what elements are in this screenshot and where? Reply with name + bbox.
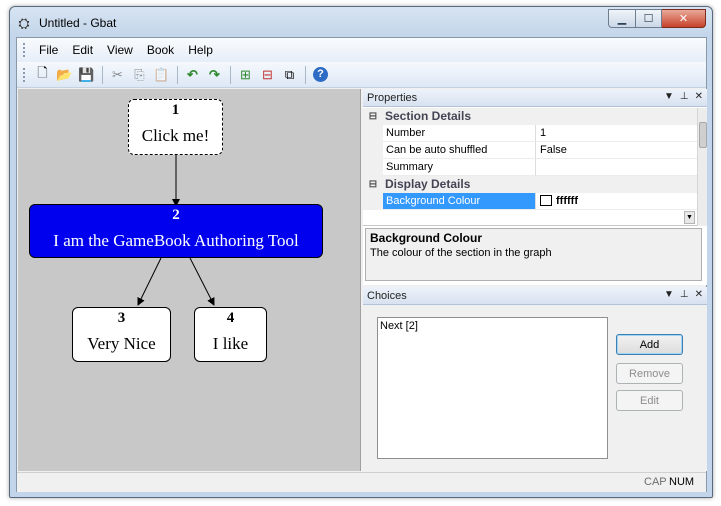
main-window: ⛭ Untitled - Gbat ▁ ☐ ✕ File Edit View B… [9, 6, 713, 498]
choice-list[interactable]: Next [2] [377, 317, 608, 459]
choices-panel: Choices ▼ ⊥ ✕ Next [2] Add Remove Edit [363, 287, 707, 471]
properties-title: Properties [367, 91, 418, 104]
category-label: Section Details [385, 109, 472, 123]
scrollbar-thumb[interactable] [699, 122, 707, 148]
toolbar: 🗋 📂 💾 ✂ ⎘ 📋 ↶ ↷ ⊞ ⊟ ⧉ ? [17, 62, 706, 88]
edge-2-4 [189, 257, 215, 306]
menu-grip[interactable] [23, 43, 26, 57]
client-area: File Edit View Book Help 🗋 📂 💾 ✂ ⎘ 📋 ↶ ↷… [16, 37, 707, 492]
collapse-icon[interactable]: ⊟ [363, 176, 383, 193]
maximize-button[interactable]: ☐ [635, 9, 662, 28]
caps-lock-indicator: CAP [644, 476, 667, 488]
num-lock-indicator: NUM [669, 476, 695, 488]
section-number: 4 [226, 310, 235, 326]
property-name: Can be auto shuffled [383, 142, 536, 159]
toolbar-separator [102, 65, 103, 84]
section-text: Very Nice [87, 334, 156, 353]
help-icon[interactable]: ? [310, 64, 331, 85]
chevron-down-icon[interactable]: ▼ [684, 211, 695, 224]
close-icon: ✕ [678, 13, 689, 25]
toolbar-separator [177, 65, 178, 84]
properties-panel: Properties ▼ ⊥ ✕ ⊟ Section Details Numbe… [363, 89, 707, 285]
properties-header: Properties ▼ ⊥ ✕ [363, 89, 707, 107]
minimize-button[interactable]: ▁ [608, 9, 635, 28]
panel-dropdown-icon[interactable]: ▼ [664, 289, 674, 300]
save-icon[interactable]: 💾 [76, 64, 97, 85]
property-row-auto-shuffled[interactable]: Can be auto shuffled False [363, 142, 697, 159]
section-number: 3 [117, 310, 126, 326]
color-value: ffffff [556, 195, 578, 207]
property-row-number[interactable]: Number 1 [363, 125, 697, 142]
edge-2-3 [137, 257, 162, 306]
property-name: Summary [383, 159, 536, 176]
add-section-icon[interactable]: ⊞ [235, 64, 256, 85]
toolbar-separator [305, 65, 306, 84]
status-bar: CAP NUM [17, 472, 706, 492]
property-name: Number [383, 125, 536, 142]
property-row-summary[interactable]: Summary [363, 159, 697, 176]
section-node-3[interactable]: 3 Very Nice [72, 307, 171, 362]
title-bar[interactable]: ⛭ Untitled - Gbat ▁ ☐ ✕ [10, 7, 712, 37]
menu-help[interactable]: Help [181, 40, 220, 60]
remove-button[interactable]: Remove [616, 363, 683, 384]
category-label: Display Details [385, 177, 471, 191]
property-value[interactable]: 1 [536, 125, 697, 142]
close-button[interactable]: ✕ [662, 9, 706, 28]
property-value[interactable] [536, 159, 697, 176]
section-text: Click me! [141, 126, 210, 145]
redo-icon[interactable]: ↷ [204, 64, 225, 85]
menu-bar: File Edit View Book Help [17, 38, 706, 62]
window-title: Untitled - Gbat [39, 16, 117, 30]
menu-edit[interactable]: Edit [65, 40, 100, 60]
property-grid-scrollbar[interactable] [697, 108, 707, 226]
toolbar-grip[interactable] [23, 67, 26, 82]
add-button[interactable]: Add [616, 334, 683, 355]
new-icon[interactable]: 🗋 [32, 64, 53, 85]
property-value[interactable]: ffffff [536, 193, 697, 210]
maximize-icon: ☐ [643, 13, 654, 25]
pin-icon[interactable]: ⊥ [680, 91, 689, 102]
delete-section-icon[interactable]: ⊟ [257, 64, 278, 85]
list-item[interactable]: Next [2] [380, 320, 605, 332]
section-text: I like [212, 334, 249, 353]
graph-canvas[interactable]: 1 Click me! 2 I am the GameBook Authorin… [18, 89, 361, 471]
cut-icon[interactable]: ✂ [107, 64, 128, 85]
edit-button[interactable]: Edit [616, 390, 683, 411]
property-help: Background Colour The colour of the sect… [365, 228, 702, 281]
link-sections-icon[interactable]: ⧉ [279, 64, 300, 85]
panel-dropdown-icon[interactable]: ▼ [664, 91, 674, 102]
choices-title: Choices [367, 289, 407, 302]
property-row-background-colour[interactable]: Background Colour ffffff [363, 193, 697, 210]
help-description: The colour of the section in the graph [370, 247, 552, 259]
menu-book[interactable]: Book [140, 40, 181, 60]
pin-icon[interactable]: ⊥ [680, 289, 689, 300]
minimize-icon: ▁ [617, 13, 627, 25]
gamebook-icon[interactable]: ⛭ [16, 15, 32, 31]
collapse-icon[interactable]: ⊟ [363, 108, 383, 125]
section-text: I am the GameBook Authoring Tool [53, 231, 299, 250]
close-icon[interactable]: ✕ [695, 289, 703, 300]
help-icon-glyph: ? [313, 67, 328, 82]
section-number: 1 [171, 102, 180, 118]
section-number: 2 [172, 207, 180, 223]
undo-icon[interactable]: ↶ [182, 64, 203, 85]
close-icon[interactable]: ✕ [695, 91, 703, 102]
open-icon[interactable]: 📂 [54, 64, 75, 85]
color-swatch [540, 195, 552, 206]
paste-icon[interactable]: 📋 [151, 64, 172, 85]
menu-file[interactable]: File [32, 40, 65, 60]
section-node-4[interactable]: 4 I like [194, 307, 267, 362]
help-title: Background Colour [370, 231, 483, 245]
section-node-2[interactable]: 2 I am the GameBook Authoring Tool [29, 204, 323, 258]
category-display-details[interactable]: ⊟ Display Details [363, 176, 697, 193]
property-name: Background Colour [383, 193, 536, 210]
menu-view[interactable]: View [100, 40, 140, 60]
choices-header: Choices ▼ ⊥ ✕ [363, 287, 707, 305]
section-node-1[interactable]: 1 Click me! [128, 99, 223, 155]
property-grid: ⊟ Section Details Number 1 Can be auto s… [363, 108, 697, 226]
toolbar-separator [230, 65, 231, 84]
copy-icon[interactable]: ⎘ [129, 64, 150, 85]
category-section-details[interactable]: ⊟ Section Details [363, 108, 697, 125]
property-value[interactable]: False [536, 142, 697, 159]
